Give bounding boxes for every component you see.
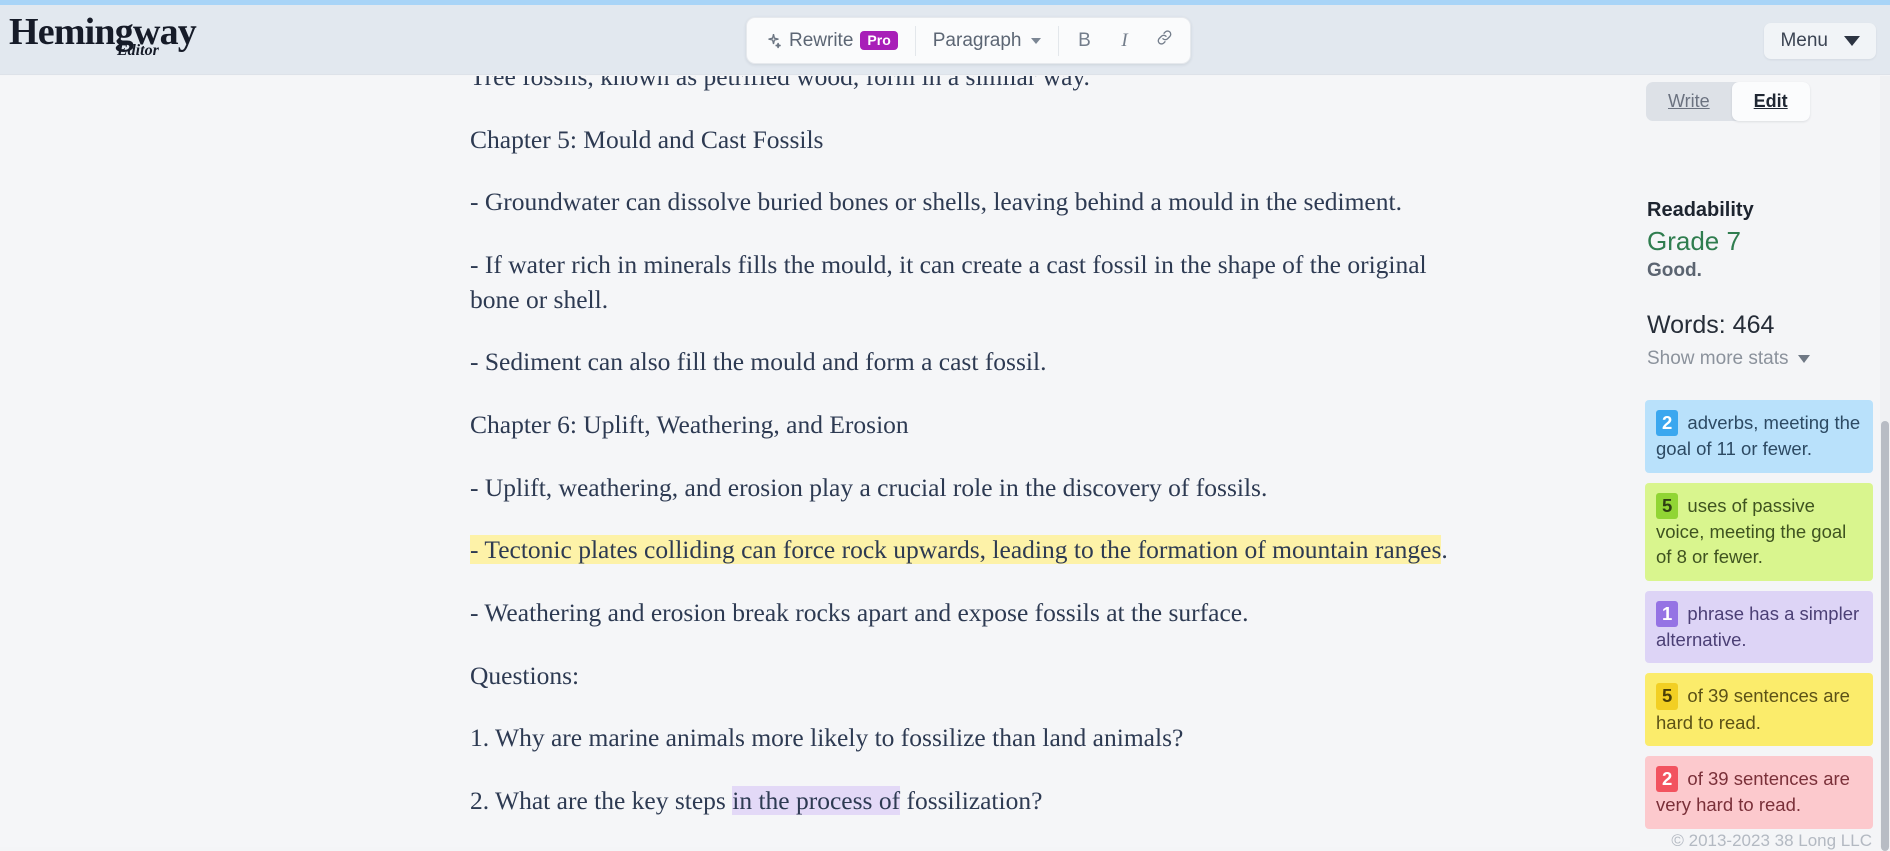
mode-toggle: Write Edit: [1646, 82, 1810, 121]
stat-card[interactable]: 2 of 39 sentences are very hard to read.: [1645, 756, 1873, 829]
document-paragraph[interactable]: Questions:: [470, 659, 1470, 694]
bold-label: B: [1078, 30, 1091, 52]
document-content[interactable]: Tree fossils, known as petrified wood, f…: [0, 76, 1630, 847]
stats-sidebar: Write Edit Readability Grade 7 Good. Wor…: [1630, 76, 1890, 847]
readability-title: Readability: [1647, 199, 1754, 222]
stat-card-count: 5: [1656, 493, 1678, 519]
stat-card-count: 1: [1656, 601, 1678, 627]
italic-label: I: [1121, 30, 1127, 52]
app-header: Hemingway Editor Rewrite Pro Paragraph B…: [0, 5, 1890, 75]
stat-card-text: adverbs, meeting the goal of 11 or fewer…: [1656, 412, 1860, 459]
word-count: Words: 464: [1647, 311, 1774, 340]
stat-card[interactable]: 5 uses of passive voice, meeting the goa…: [1645, 483, 1873, 581]
page-scrollbar-track[interactable]: [1880, 76, 1890, 847]
highlight-yellow[interactable]: - Tectonic plates colliding can force ro…: [470, 535, 1441, 564]
rewrite-label: Rewrite: [789, 30, 853, 52]
paragraph-text: fossilization?: [900, 786, 1042, 815]
mode-write-tab[interactable]: Write: [1646, 82, 1732, 121]
rewrite-button[interactable]: Rewrite Pro: [753, 23, 910, 58]
pro-badge: Pro: [860, 31, 897, 50]
formatting-toolbar: Rewrite Pro Paragraph B I: [746, 17, 1191, 64]
document-paragraph[interactable]: - If water rich in minerals fills the mo…: [470, 248, 1470, 317]
paragraph-text: .: [1441, 535, 1447, 564]
show-more-stats-label: Show more stats: [1647, 348, 1789, 370]
paragraph-style-dropdown[interactable]: Paragraph: [921, 23, 1054, 58]
document-paragraph[interactable]: - Tectonic plates colliding can force ro…: [470, 533, 1470, 568]
copyright-text: © 2013-2023 38 Long LLC: [1671, 831, 1872, 851]
readability-grade: Grade 7: [1647, 226, 1741, 257]
app-logo-subtitle: Editor: [117, 43, 159, 59]
stat-card-text: phrase has a simpler alternative.: [1656, 603, 1859, 650]
document-paragraph[interactable]: - Weathering and erosion break rocks apa…: [470, 596, 1470, 631]
link-icon: [1155, 28, 1174, 53]
mode-edit-tab[interactable]: Edit: [1732, 82, 1810, 121]
stat-card-text: of 39 sentences are very hard to read.: [1656, 768, 1850, 815]
italic-button[interactable]: I: [1104, 23, 1144, 58]
show-more-stats-button[interactable]: Show more stats: [1647, 348, 1810, 370]
stat-card-count: 5: [1656, 683, 1678, 709]
stat-card[interactable]: 5 of 39 sentences are hard to read.: [1645, 673, 1873, 746]
document-paragraph[interactable]: 2. What are the key steps in the process…: [470, 784, 1470, 819]
readability-note: Good.: [1647, 260, 1702, 282]
toolbar-divider-2: [1058, 26, 1059, 56]
link-button[interactable]: [1144, 23, 1184, 58]
document-paragraph[interactable]: Chapter 6: Uplift, Weathering, and Erosi…: [470, 408, 1470, 443]
chevron-down-icon: [1844, 36, 1860, 46]
stat-card-text: of 39 sentences are hard to read.: [1656, 685, 1850, 732]
paragraph-text: 2. What are the key steps: [470, 786, 732, 815]
document-paragraph[interactable]: - Groundwater can dissolve buried bones …: [470, 185, 1470, 220]
stat-cards-list: 2 adverbs, meeting the goal of 11 or few…: [1645, 400, 1873, 839]
sparkle-icon: [765, 32, 782, 49]
bold-button[interactable]: B: [1064, 23, 1104, 58]
highlight-purple[interactable]: in the process of: [732, 786, 900, 815]
stat-card[interactable]: 2 adverbs, meeting the goal of 11 or few…: [1645, 400, 1873, 473]
document-paragraph[interactable]: - Sediment can also fill the mould and f…: [470, 345, 1470, 380]
document-paragraph[interactable]: 1. Why are marine animals more likely to…: [470, 721, 1470, 756]
document-paragraph[interactable]: - Uplift, weathering, and erosion play a…: [470, 471, 1470, 506]
document-paragraph[interactable]: Tree fossils, known as petrified wood, f…: [470, 76, 1470, 95]
stat-card-text: uses of passive voice, meeting the goal …: [1656, 495, 1846, 568]
chevron-down-icon: [1798, 355, 1810, 363]
stat-card-count: 2: [1656, 766, 1678, 792]
toolbar-divider-1: [915, 26, 916, 56]
menu-label: Menu: [1780, 30, 1828, 52]
menu-button[interactable]: Menu: [1764, 23, 1876, 59]
paragraph-style-label: Paragraph: [933, 30, 1022, 52]
chevron-down-icon: [1031, 38, 1041, 44]
stat-card-count: 2: [1656, 410, 1678, 436]
app-logo: Hemingway: [9, 13, 196, 51]
stat-card[interactable]: 1 phrase has a simpler alternative.: [1645, 591, 1873, 664]
page-scrollbar-thumb[interactable]: [1881, 421, 1889, 851]
document-editor-pane[interactable]: Tree fossils, known as petrified wood, f…: [0, 76, 1630, 847]
document-paragraph[interactable]: Chapter 5: Mould and Cast Fossils: [470, 123, 1470, 158]
